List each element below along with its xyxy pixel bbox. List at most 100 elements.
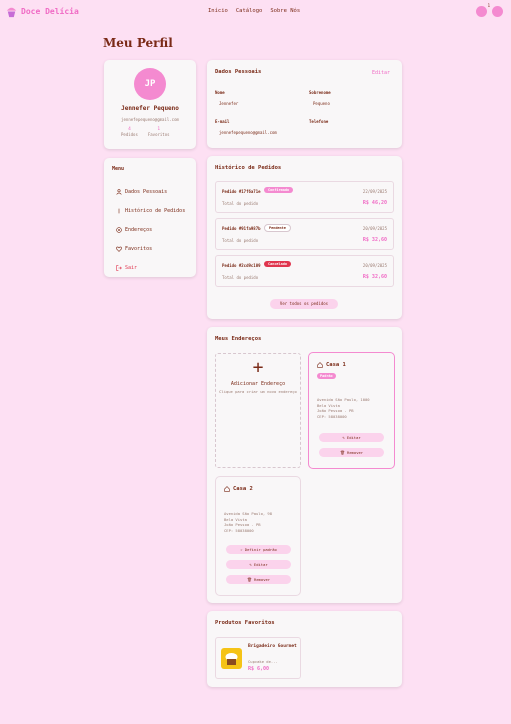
product-name: Brigadeiro Gourmet bbox=[248, 644, 297, 649]
order-row[interactable]: Pedido #2cd9c109 Cancelado 20/09/2025 To… bbox=[215, 255, 394, 287]
menu-item-label: Histórico de Pedidos bbox=[125, 207, 186, 214]
stat-favorites: 1 Favoritos bbox=[148, 127, 170, 137]
add-address-button[interactable]: + Adicionar Endereço Clique para criar u… bbox=[215, 353, 301, 468]
product-description: Cupcake de... bbox=[248, 659, 278, 664]
field-label: Nome bbox=[215, 90, 225, 95]
favorites-title: Produtos Favoritos bbox=[215, 620, 275, 626]
address-line: CEP: 58038000 bbox=[317, 413, 347, 419]
set-default-address-button[interactable]: ☆ Definir padrão bbox=[226, 545, 291, 554]
cart-count-badge: 1 bbox=[487, 3, 490, 8]
product-price: R$ 6,00 bbox=[248, 666, 270, 672]
field-label: Telefone bbox=[309, 119, 329, 124]
location-icon bbox=[116, 226, 122, 233]
avatar: JP bbox=[134, 68, 166, 100]
profile-summary-card: JP Jennefer Pequeno jennefepequeno@gmail… bbox=[104, 60, 196, 149]
menu-item-label: Endereços bbox=[125, 226, 153, 233]
field-value: Pequeno bbox=[313, 101, 330, 106]
order-total: R$ 32,60 bbox=[362, 274, 387, 280]
profile-email: jennefepequeno@gmail.com bbox=[121, 117, 179, 122]
menu-item-sair[interactable]: Sair bbox=[116, 258, 185, 277]
address-line: Avenida São Paulo, 98 bbox=[224, 511, 273, 516]
stat-orders-label: Pedidos bbox=[121, 132, 138, 137]
address-header: Casa 2 bbox=[224, 486, 253, 492]
favorites-card: Produtos Favoritos Brigadeiro Gourmet Cu… bbox=[207, 611, 402, 687]
address-header: Casa 1 bbox=[317, 362, 346, 368]
menu-list: Dados Pessoais Histórico de Pedidos Ende… bbox=[116, 182, 185, 277]
see-all-orders-button[interactable]: Ver todos os pedidos bbox=[270, 299, 338, 309]
field-label: Sobrenome bbox=[309, 90, 331, 95]
cart-button[interactable]: 1 bbox=[476, 3, 490, 17]
remove-address-label: Remover bbox=[347, 450, 364, 455]
top-navigation-bar: Doce Delícia Início Catálogo Sobre Nós 1 bbox=[0, 0, 511, 24]
order-total: R$ 32,60 bbox=[362, 237, 387, 243]
status-badge: Pendente bbox=[264, 224, 291, 232]
nav-link-inicio[interactable]: Início bbox=[208, 8, 228, 14]
address-lines: Avenida São Paulo, 1000 Bela Vista João … bbox=[317, 397, 370, 419]
address-name: Casa 2 bbox=[233, 486, 253, 492]
trash-icon: 🗑 bbox=[339, 450, 348, 455]
product-image bbox=[221, 648, 242, 669]
field-label: E-mail bbox=[215, 119, 230, 124]
add-address-subtitle: Clique para criar um novo endereço bbox=[219, 389, 297, 394]
trash-icon: 🗑 bbox=[246, 577, 255, 582]
field-sobrenome: Sobrenome Pequeno bbox=[309, 90, 331, 106]
add-address-title: Adicionar Endereço bbox=[230, 381, 286, 387]
order-total-label: Total do pedido bbox=[222, 275, 259, 280]
menu-item-dados-pessoais[interactable]: Dados Pessoais bbox=[116, 182, 185, 201]
menu-item-enderecos[interactable]: Endereços bbox=[116, 220, 185, 239]
status-badge: Confirmado bbox=[264, 187, 294, 193]
menu-item-historico[interactable]: Histórico de Pedidos bbox=[116, 201, 185, 220]
order-total-label: Total do pedido bbox=[222, 238, 259, 243]
nav-link-sobre-nos[interactable]: Sobre Nós bbox=[270, 8, 300, 14]
address-line: Avenida São Paulo, 1000 bbox=[317, 397, 370, 402]
order-date: 20/09/2025 bbox=[362, 226, 387, 231]
field-value: jennefepequeno@gmail.com bbox=[219, 130, 277, 135]
favorite-product[interactable]: Brigadeiro Gourmet Cupcake de... R$ 6,00 bbox=[215, 637, 301, 679]
order-total-label: Total do pedido bbox=[222, 201, 259, 206]
menu-item-label: Sair bbox=[125, 264, 138, 271]
profile-stats: 4 Pedidos 1 Favoritos bbox=[121, 127, 170, 137]
field-email: E-mail jennefepequeno@gmail.com bbox=[215, 119, 277, 135]
main-nav: Início Catálogo Sobre Nós bbox=[208, 8, 300, 14]
edit-address-button[interactable]: ✎ Editar bbox=[319, 433, 384, 442]
order-id: Pedido #17f6a71e bbox=[222, 189, 261, 194]
addresses-title: Meus Endereços bbox=[215, 336, 262, 342]
order-id: Pedido #91fa987b bbox=[222, 226, 261, 231]
order-row[interactable]: Pedido #17f6a71e Confirmado 22/09/2025 T… bbox=[215, 181, 394, 213]
page-title: Meu Perfil bbox=[103, 36, 173, 50]
order-history-title: Histórico de Pedidos bbox=[215, 165, 282, 171]
plus-icon: + bbox=[252, 357, 264, 378]
remove-address-button[interactable]: 🗑 Remover bbox=[226, 575, 291, 584]
order-row[interactable]: Pedido #91fa987b Pendente 20/09/2025 Tot… bbox=[215, 218, 394, 250]
cupcake-icon bbox=[6, 7, 17, 18]
set-default-label: Definir padrão bbox=[244, 547, 277, 552]
list-icon bbox=[118, 208, 120, 213]
user-icon bbox=[116, 188, 122, 195]
edit-personal-data-button[interactable]: Editar bbox=[372, 70, 390, 76]
default-badge: Padrão bbox=[317, 373, 336, 379]
menu-item-label: Dados Pessoais bbox=[125, 188, 168, 195]
order-date: 20/09/2025 bbox=[362, 263, 387, 268]
nav-link-catalogo[interactable]: Catálogo bbox=[236, 8, 263, 14]
heart-icon bbox=[116, 246, 122, 252]
remove-address-button[interactable]: 🗑 Remover bbox=[319, 448, 384, 457]
home-icon bbox=[224, 486, 230, 492]
home-icon bbox=[317, 362, 323, 368]
profile-name: Jennefer Pequeno bbox=[121, 105, 179, 112]
address-lines: Avenida São Paulo, 98 Bela Vista João Pe… bbox=[224, 511, 272, 533]
order-history-card: Histórico de Pedidos Pedido #17f6a71e Co… bbox=[207, 156, 402, 319]
remove-address-label: Remover bbox=[254, 577, 271, 582]
order-date: 22/09/2025 bbox=[362, 189, 387, 194]
status-badge: Cancelado bbox=[264, 261, 291, 267]
address-name: Casa 1 bbox=[326, 362, 346, 368]
cupcake-image bbox=[225, 653, 238, 665]
user-menu-button[interactable] bbox=[492, 6, 503, 17]
stat-orders: 4 Pedidos bbox=[121, 127, 138, 137]
edit-address-button[interactable]: ✎ Editar bbox=[226, 560, 291, 569]
address-line: CEP: 58038000 bbox=[224, 527, 254, 533]
menu-item-favoritos[interactable]: Favoritos bbox=[116, 239, 185, 258]
stat-favorites-label: Favoritos bbox=[147, 132, 170, 137]
brand-logo-link[interactable]: Doce Delícia bbox=[5, 5, 79, 18]
brand-name: Doce Delícia bbox=[21, 7, 79, 16]
order-id: Pedido #2cd9c109 bbox=[222, 263, 261, 268]
